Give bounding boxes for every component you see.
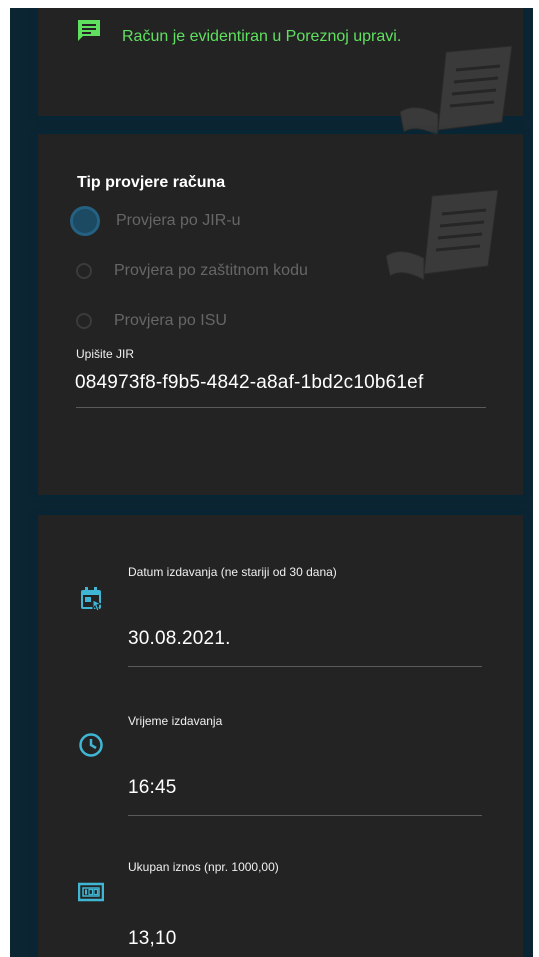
time-input[interactable]: 16:45 — [128, 777, 177, 799]
time-label: Vrijeme izdavanja — [128, 714, 223, 728]
amount-label: Ukupan iznos (npr. 1000,00) — [128, 860, 279, 874]
jir-label: Upišite JIR — [76, 347, 135, 361]
calendar-icon — [81, 587, 103, 611]
radio-option-label: Provjera po zaštitnom kodu — [114, 262, 308, 279]
radio-option-label: Provjera po JIR-u — [116, 212, 241, 229]
check-type-card: Tip provjere računa Provjera po JIR-u Pr… — [38, 134, 523, 495]
time-underline — [128, 815, 482, 816]
app-screen: Račun je evidentiran u Poreznoj upravi. — [10, 8, 533, 957]
receipt-scroll-icon — [399, 45, 513, 137]
cash-icon — [78, 882, 104, 902]
date-label: Datum izdavanja (ne stariji od 30 dana) — [128, 565, 337, 579]
radio-selected-indicator[interactable] — [70, 206, 100, 236]
jir-input[interactable]: 084973f8-f9b5-4842-a8af-1bd2c10b61ef — [75, 372, 423, 394]
receipt-details-card: Datum izdavanja (ne stariji od 30 dana) … — [38, 515, 523, 957]
date-input[interactable]: 30.08.2021. — [128, 628, 231, 650]
message-icon — [78, 20, 100, 41]
radio-indicator[interactable] — [76, 263, 92, 279]
date-underline — [128, 666, 482, 667]
radio-option-protection-code[interactable]: Provjera po zaštitnom kodu — [76, 255, 308, 287]
receipt-scroll-icon — [385, 189, 499, 281]
jir-underline — [76, 407, 486, 408]
check-type-title: Tip provjere računa — [77, 174, 226, 191]
radio-option-isu[interactable]: Provjera po ISU — [76, 305, 227, 337]
amount-input[interactable]: 13,10 — [128, 928, 177, 950]
status-card: Račun je evidentiran u Poreznoj upravi. — [38, 8, 523, 137]
clock-icon — [79, 733, 103, 757]
radio-option-label: Provjera po ISU — [114, 312, 227, 329]
radio-indicator[interactable] — [76, 313, 92, 329]
radio-option-jir[interactable]: Provjera po JIR-u — [70, 205, 241, 237]
status-message: Račun je evidentiran u Poreznoj upravi. — [122, 28, 402, 45]
